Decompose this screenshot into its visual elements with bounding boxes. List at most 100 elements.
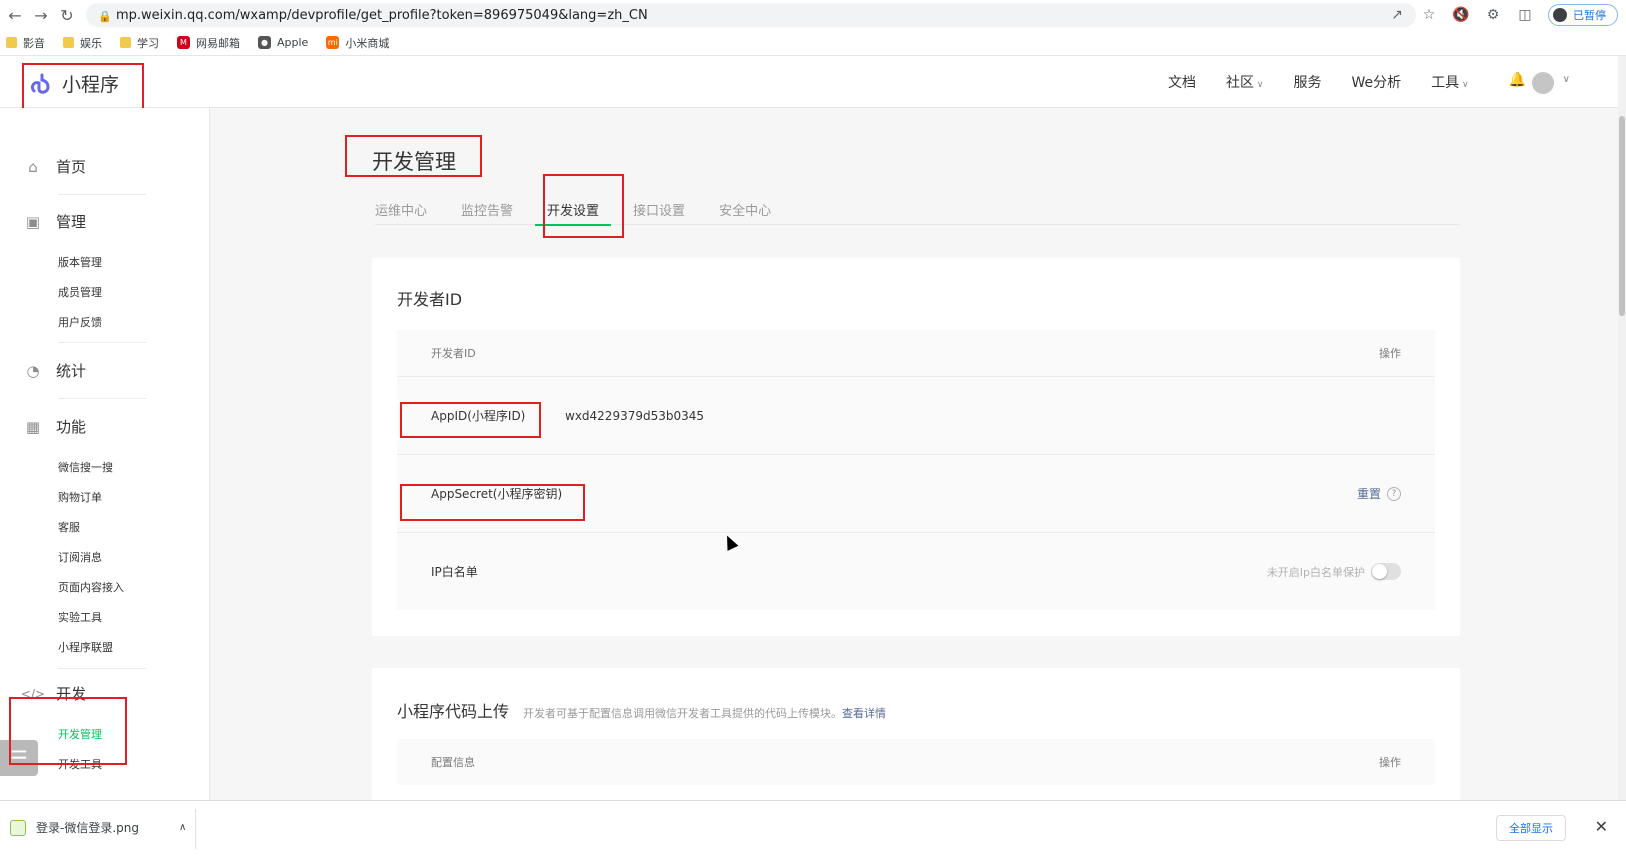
bell-icon[interactable]: 🔔 — [1509, 72, 1526, 92]
star-icon[interactable]: ☆ — [1420, 6, 1438, 24]
help-icon[interactable]: ? — [1387, 486, 1401, 501]
dev-id-card: 开发者ID 开发者ID 操作 AppID(小程序ID) wxd4229379d5… — [372, 258, 1460, 636]
sidebar-item-features[interactable]: ▦ 功能 — [24, 416, 86, 437]
scrollbar-thumb[interactable] — [1619, 116, 1625, 316]
nav-docs[interactable]: 文档 — [1168, 72, 1196, 92]
top-nav: 文档 社区 ∨ 服务 We分析 工具 ∨ 🔔 — [1168, 72, 1526, 92]
sidebar-item-home[interactable]: ⌂ 首页 — [24, 156, 86, 177]
card-title: 开发者ID — [397, 290, 463, 309]
tab-api-settings[interactable]: 接口设置 — [633, 198, 685, 225]
nav-we-analysis[interactable]: We分析 — [1351, 72, 1401, 92]
sidebar-item-page-content[interactable]: 页面内容接入 — [58, 579, 124, 595]
code-upload-card: 小程序代码上传 开发者可基于配置信息调用微信开发者工具提供的代码上传模块。查看详… — [372, 668, 1460, 808]
bookmark-item[interactable]: ● Apple — [258, 36, 308, 49]
url-text: mp.weixin.qq.com/wxamp/devprofile/get_pr… — [116, 7, 648, 23]
download-item[interactable]: 登录-微信登录.png ∧ — [10, 819, 186, 836]
chevron-up-icon[interactable]: ∧ — [179, 822, 186, 833]
sidebar-item-customer-service[interactable]: 客服 — [58, 519, 80, 535]
divider — [58, 342, 146, 343]
forward-icon[interactable]: → — [30, 4, 52, 26]
folder-icon — [120, 37, 131, 48]
highlight-box — [400, 402, 541, 438]
app-header: 小程序 文档 社区 ∨ 服务 We分析 工具 ∨ 🔔 ∨ — [0, 56, 1626, 108]
chevron-down-icon[interactable]: ∨ — [1563, 74, 1570, 85]
extensions-icon[interactable]: ⚙ — [1484, 6, 1502, 24]
chevron-down-icon: ∨ — [1459, 80, 1469, 90]
profile-avatar-icon — [1553, 8, 1567, 22]
table-row: AppID(小程序ID) wxd4229379d53b0345 — [397, 376, 1435, 454]
highlight-box — [9, 697, 127, 765]
close-icon[interactable]: ✕ — [1595, 817, 1608, 836]
avatar[interactable] — [1532, 72, 1554, 94]
mail-icon: M — [177, 36, 190, 49]
bookmarks-bar: 影音 娱乐 学习 M 网易邮箱 ● Apple mi 小米商城 — [0, 30, 1626, 56]
download-bar: 登录-微信登录.png ∧ 全部显示 ✕ — [0, 800, 1626, 858]
sidebar-item-experiment[interactable]: 实验工具 — [58, 609, 102, 625]
folder-icon — [63, 37, 74, 48]
mute-icon[interactable]: 🔇 — [1452, 6, 1470, 24]
home-icon: ⌂ — [28, 157, 38, 176]
sidebar-item-alliance[interactable]: 小程序联盟 — [58, 639, 113, 655]
bookmark-item[interactable]: 影音 — [6, 35, 45, 51]
lock-icon: 🔒 — [98, 9, 112, 23]
tab-monitor[interactable]: 监控告警 — [461, 198, 513, 225]
show-all-button[interactable]: 全部显示 — [1496, 815, 1566, 841]
apple-icon: ● — [258, 36, 271, 49]
appid-value[interactable]: wxd4229379d53b0345 — [565, 409, 704, 423]
image-file-icon — [10, 819, 26, 836]
upload-desc: 开发者可基于配置信息调用微信开发者工具提供的代码上传模块。查看详情 — [523, 707, 887, 720]
share-icon[interactable]: ↗ — [1388, 6, 1406, 24]
divider — [58, 194, 146, 195]
upload-config-table: 配置信息 操作 — [397, 739, 1435, 785]
chevron-down-icon: ∨ — [1254, 80, 1264, 90]
table-header: 配置信息 操作 — [431, 756, 1401, 769]
divider — [58, 398, 146, 399]
bookmark-item[interactable]: 娱乐 — [63, 35, 102, 51]
table-row: IP白名单 未开启Ip白名单保护 — [397, 532, 1435, 610]
sidebar-item-stats[interactable]: ◔ 统计 — [24, 360, 86, 381]
sidebar-item-search[interactable]: 微信搜一搜 — [58, 459, 113, 475]
reload-icon[interactable]: ↻ — [56, 4, 78, 26]
inbox-icon: ▣ — [25, 212, 41, 231]
sidepanel-icon[interactable]: ◫ — [1516, 6, 1534, 24]
bookmark-item[interactable]: mi 小米商城 — [326, 35, 389, 51]
divider — [58, 668, 146, 669]
highlight-box — [400, 484, 585, 521]
ip-whitelist-toggle[interactable] — [1371, 563, 1401, 580]
nav-tools[interactable]: 工具 ∨ — [1431, 72, 1468, 92]
scrollbar[interactable] — [1618, 56, 1626, 800]
browser-toolbar: ← → ↻ 🔒 mp.weixin.qq.com/wxamp/devprofil… — [0, 0, 1626, 30]
bookmark-item[interactable]: M 网易邮箱 — [177, 35, 240, 51]
sidebar-item-members[interactable]: 成员管理 — [58, 284, 102, 300]
sidebar-item-subscribe[interactable]: 订阅消息 — [58, 549, 102, 565]
tab-security[interactable]: 安全中心 — [719, 198, 771, 225]
ip-whitelist-label: IP白名单 — [431, 565, 478, 579]
card-title: 小程序代码上传 开发者可基于配置信息调用微信开发者工具提供的代码上传模块。查看详… — [397, 702, 887, 721]
nav-community[interactable]: 社区 ∨ — [1226, 72, 1263, 92]
sidebar-item-orders[interactable]: 购物订单 — [58, 489, 102, 505]
download-filename: 登录-微信登录.png — [36, 821, 139, 835]
tab-ops[interactable]: 运维中心 — [375, 198, 427, 225]
nav-services[interactable]: 服务 — [1293, 72, 1321, 92]
back-icon[interactable]: ← — [4, 4, 26, 26]
sidebar-item-manage[interactable]: ▣ 管理 — [24, 211, 86, 232]
mi-icon: mi — [326, 36, 340, 49]
profile-button[interactable]: 已暂停 — [1548, 4, 1618, 26]
grid-icon: ▦ — [25, 417, 41, 436]
highlight-box — [345, 135, 482, 177]
profile-label: 已暂停 — [1573, 9, 1606, 22]
sidebar-item-version[interactable]: 版本管理 — [58, 254, 102, 270]
sidebar-item-feedback[interactable]: 用户反馈 — [58, 314, 102, 330]
divider — [195, 809, 196, 849]
bookmark-item[interactable]: 学习 — [120, 35, 159, 51]
reset-secret-link[interactable]: 重置 — [1357, 485, 1381, 502]
tab-bar: 运维中心 监控告警 开发设置 接口设置 安全中心 — [375, 198, 1460, 226]
pie-chart-icon: ◔ — [26, 361, 40, 380]
folder-icon — [6, 37, 17, 48]
dev-id-table: 开发者ID 操作 AppID(小程序ID) wxd4229379d53b0345… — [397, 330, 1435, 610]
table-header: 开发者ID 操作 — [431, 347, 1401, 360]
address-bar[interactable]: 🔒 mp.weixin.qq.com/wxamp/devprofile/get_… — [86, 3, 1416, 27]
view-details-link[interactable]: 查看详情 — [842, 707, 886, 720]
ip-whitelist-hint: 未开启Ip白名单保护 — [1266, 565, 1365, 579]
highlight-box — [543, 174, 624, 238]
